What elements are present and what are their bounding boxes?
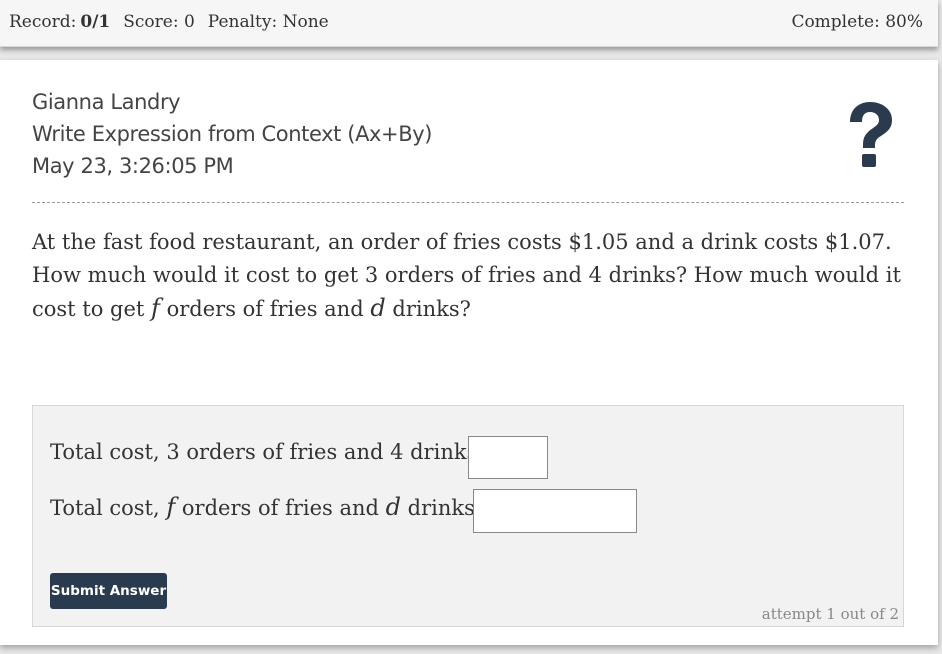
answer-row-2-label: Total cost, f orders of fries and d drin… bbox=[50, 493, 482, 521]
row2-variable-d: d bbox=[385, 493, 401, 521]
header-divider bbox=[32, 202, 904, 203]
complete-status: Complete: 80% bbox=[791, 12, 923, 32]
attempt-counter: attempt 1 out of 2 bbox=[761, 605, 899, 623]
penalty-status: Penalty: None bbox=[207, 12, 329, 32]
answer-row-1-label: Total cost, 3 orders of fries and 4 drin… bbox=[50, 440, 485, 464]
score-status: Score: 0 bbox=[123, 12, 195, 32]
total-cost-f-d-input[interactable] bbox=[473, 489, 637, 533]
variable-f: f bbox=[151, 294, 160, 322]
timestamp: May 23, 3:26:05 PM bbox=[32, 154, 234, 178]
row2-suffix: drinks: bbox=[401, 496, 482, 520]
answer-area: Total cost, 3 orders of fries and 4 drin… bbox=[32, 405, 904, 627]
row2-prefix: Total cost, bbox=[50, 496, 167, 520]
record-label: Record: bbox=[9, 12, 77, 32]
record-value: 0/1 bbox=[80, 12, 111, 32]
variable-d: d bbox=[370, 294, 386, 322]
question-mark-icon[interactable] bbox=[842, 100, 898, 170]
status-bar: Record: 0/1 Score: 0 Penalty: None Complete… bbox=[0, 0, 938, 47]
question-header: Gianna Landry Write Expression from Cont… bbox=[32, 86, 432, 182]
submit-answer-button[interactable]: Submit Answer bbox=[50, 573, 167, 609]
record-status: Record: 0/1 bbox=[9, 12, 110, 32]
total-cost-3-4-input[interactable] bbox=[468, 436, 548, 479]
assignment-title: Write Expression from Context (Ax+By) bbox=[32, 122, 433, 146]
question-text: At the fast food restaurant, an order of… bbox=[32, 226, 904, 326]
question-text-part2: orders of fries and bbox=[159, 297, 371, 321]
question-text-part3: drinks? bbox=[385, 297, 471, 321]
question-card: Gianna Landry Write Expression from Cont… bbox=[0, 60, 938, 645]
row2-middle: orders of fries and bbox=[175, 496, 386, 520]
row2-variable-f: f bbox=[166, 493, 176, 521]
status-left: Record: 0/1 Score: 0 Penalty: None bbox=[9, 12, 342, 32]
student-name: Gianna Landry bbox=[32, 90, 181, 114]
